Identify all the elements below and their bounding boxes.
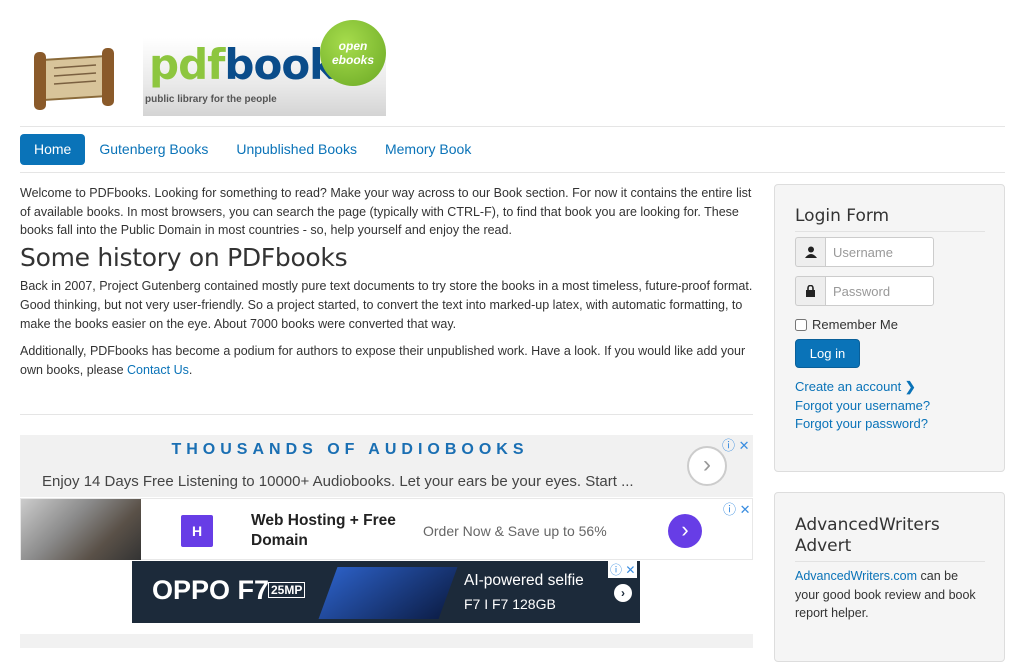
adchoices-icon[interactable]: ⓘ ✕ bbox=[608, 561, 638, 578]
login-title: Login Form bbox=[795, 206, 890, 226]
forgot-password-link[interactable]: Forgot your password? bbox=[795, 416, 928, 431]
password-field bbox=[795, 276, 934, 306]
advert-panel: AdvancedWriters Advert AdvancedWriters.co… bbox=[774, 492, 1005, 662]
ad-line2: F7 I F7 128GB bbox=[464, 596, 556, 612]
web-hosting-ad[interactable]: H Web Hosting + Free Domain Order Now & … bbox=[20, 498, 753, 560]
advancedwriters-link[interactable]: AdvancedWriters.com bbox=[795, 569, 917, 583]
additional-paragraph: Additionally, PDFbooks has become a podi… bbox=[20, 344, 746, 377]
nav-home[interactable]: Home bbox=[20, 134, 86, 165]
phone-image bbox=[318, 567, 458, 619]
divider bbox=[20, 414, 753, 415]
divider bbox=[795, 561, 985, 562]
ad-heading: THOUSANDS OF AUDIOBOOKS bbox=[171, 441, 529, 458]
chevron-right-icon[interactable]: › bbox=[614, 584, 632, 602]
scroll-icon bbox=[20, 38, 124, 116]
adchoices-icon[interactable]: ⓘ ✕ bbox=[722, 435, 750, 454]
ad-body: Enjoy 14 Days Free Listening to 10000+ A… bbox=[42, 473, 634, 490]
advert-title: AdvancedWriters Advert bbox=[795, 515, 940, 556]
username-input[interactable] bbox=[825, 237, 934, 267]
divider bbox=[20, 172, 1005, 173]
audiobooks-ad[interactable]: THOUSANDS OF AUDIOBOOKS Enjoy 14 Days Fr… bbox=[20, 435, 753, 497]
history-heading: Some history on PDFbooks bbox=[20, 242, 348, 272]
nav-unpublished-books[interactable]: Unpublished Books bbox=[222, 134, 371, 165]
password-input[interactable] bbox=[825, 276, 934, 306]
main-content: Welcome to PDFbooks. Looking for somethi… bbox=[20, 184, 755, 388]
ad-line1: AI-powered selfie bbox=[464, 572, 584, 589]
lock-icon bbox=[795, 276, 825, 306]
divider bbox=[20, 126, 1005, 127]
login-button[interactable]: Log in bbox=[795, 339, 860, 368]
intro-paragraph: Welcome to PDFbooks. Looking for somethi… bbox=[20, 186, 752, 238]
ad-badge: 25MP bbox=[268, 582, 306, 598]
nav-gutenberg-books[interactable]: Gutenberg Books bbox=[85, 134, 222, 165]
hostinger-logo-icon: H bbox=[181, 515, 213, 547]
site-logo[interactable]: pdfbooks public library for the people o… bbox=[20, 20, 386, 116]
history-paragraph: Back in 2007, Project Gutenberg containe… bbox=[20, 279, 753, 331]
advert-text: AdvancedWriters.com can be your good boo… bbox=[795, 569, 976, 621]
create-account-link[interactable]: Create an account ❯ bbox=[795, 379, 916, 395]
ad-brand: OPPO F7 bbox=[152, 575, 270, 605]
chevron-right-icon[interactable]: › bbox=[668, 514, 702, 548]
open-ebooks-seal: open ebooks bbox=[320, 20, 386, 86]
nav-memory-book[interactable]: Memory Book bbox=[371, 134, 485, 165]
chevron-right-icon: ❯ bbox=[904, 379, 916, 394]
contact-us-link[interactable]: Contact Us bbox=[127, 363, 189, 377]
adchoices-icon[interactable]: ⓘ ✕ bbox=[723, 499, 751, 518]
login-panel: Login Form Remember Me Log in Create an … bbox=[774, 184, 1005, 472]
ad-title: Web Hosting + Free Domain bbox=[251, 512, 396, 549]
main-nav: Home Gutenberg Books Unpublished Books M… bbox=[20, 134, 485, 165]
chevron-right-icon[interactable]: › bbox=[687, 446, 727, 486]
ad-subtitle: Order Now & Save up to 56% bbox=[423, 523, 607, 539]
user-icon bbox=[795, 237, 825, 267]
oppo-ad[interactable]: OPPO F7 25MP AI-powered selfie F7 I F7 1… bbox=[132, 561, 640, 623]
remember-checkbox[interactable] bbox=[795, 318, 807, 331]
office-photo bbox=[21, 499, 141, 560]
logo-tagline: public library for the people bbox=[145, 94, 277, 105]
username-field bbox=[795, 237, 934, 267]
remember-me[interactable]: Remember Me bbox=[795, 317, 898, 332]
divider bbox=[795, 231, 985, 232]
forgot-username-link[interactable]: Forgot your username? bbox=[795, 398, 930, 413]
module-bar bbox=[20, 634, 753, 648]
